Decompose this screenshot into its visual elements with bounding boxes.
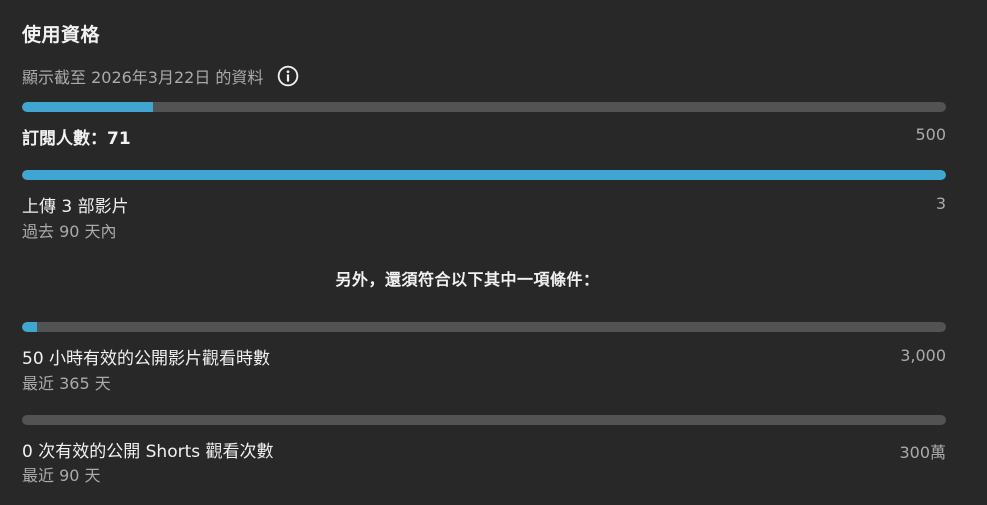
date-note-row: 顯示截至 2026年3月22日 的資料 xyxy=(22,64,299,88)
shorts-views-label: 0 次有效的公開 Shorts 觀看次數 xyxy=(22,442,274,462)
subscribers-target: 500 xyxy=(915,125,946,144)
watch-hours-subtitle: 最近 365 天 xyxy=(22,374,111,393)
subscribers-label: 訂閱人數：71 xyxy=(22,129,131,149)
watch-hours-progress-bar xyxy=(22,322,946,332)
additional-requirements-heading: 另外，還須符合以下其中一項條件： xyxy=(335,270,600,289)
subscribers-progress-fill xyxy=(22,102,154,112)
date-note: 顯示截至 2026年3月22日 的資料 xyxy=(22,68,264,87)
subscribers-progress-bar xyxy=(22,102,946,112)
watch-hours-label: 50 小時有效的公開影片觀看時數 xyxy=(22,349,271,369)
eligibility-panel: 使用資格 顯示截至 2026年3月22日 的資料 訂閱人數：71 500 上傳 … xyxy=(0,0,987,505)
info-circle-icon[interactable] xyxy=(277,65,299,87)
watch-hours-progress-fill xyxy=(22,322,38,332)
shorts-views-progress-bar xyxy=(22,415,946,425)
uploads-progress-fill xyxy=(22,170,946,180)
shorts-views-target: 300萬 xyxy=(899,443,946,462)
uploads-subtitle: 過去 90 天內 xyxy=(22,222,117,241)
section-title: 使用資格 xyxy=(22,24,101,46)
uploads-progress-bar xyxy=(22,170,946,180)
shorts-views-subtitle: 最近 90 天 xyxy=(22,466,101,485)
watch-hours-target: 3,000 xyxy=(900,346,946,365)
uploads-label: 上傳 3 部影片 xyxy=(22,197,129,217)
uploads-target: 3 xyxy=(935,194,946,213)
